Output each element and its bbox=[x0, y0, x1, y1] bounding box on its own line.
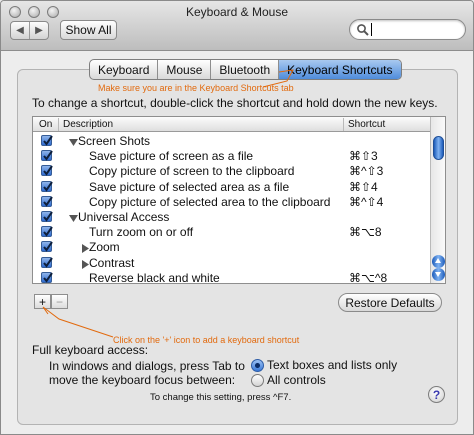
table-header: On Description Shortcut bbox=[33, 117, 430, 132]
scroll-up-arrow[interactable] bbox=[432, 255, 445, 268]
full-keyboard-access-description: In windows and dialogs, press Tab to mov… bbox=[49, 359, 245, 387]
row-description: Save picture of screen as a file bbox=[89, 149, 254, 164]
enabled-checkbox[interactable] bbox=[41, 180, 53, 192]
table-rows: Screen Shots Save picture of screen as a … bbox=[33, 133, 430, 284]
table-row[interactable]: Copy picture of selected area to the cli… bbox=[33, 194, 430, 209]
checkmark-icon bbox=[43, 226, 53, 237]
row-description: Contrast bbox=[89, 255, 135, 270]
scroll-down-arrow[interactable] bbox=[432, 268, 445, 281]
checkmark-icon bbox=[43, 256, 53, 268]
enabled-checkbox[interactable] bbox=[41, 241, 53, 253]
row-description: Copy picture of screen to the clipboard bbox=[89, 164, 295, 179]
checkmark-icon bbox=[43, 135, 53, 146]
back-forward-control: ◀ ▶ bbox=[10, 21, 49, 40]
checkmark-icon bbox=[43, 272, 53, 283]
column-divider bbox=[58, 118, 59, 131]
checkmark-icon bbox=[43, 241, 53, 252]
remove-shortcut-button[interactable]: − bbox=[51, 294, 68, 309]
enabled-checkbox[interactable] bbox=[41, 226, 53, 238]
change-setting-note: To change this setting, press ^F7. bbox=[150, 392, 292, 403]
enabled-checkbox[interactable] bbox=[41, 210, 53, 222]
radio-all-controls[interactable] bbox=[251, 374, 264, 387]
tab-mouse[interactable]: Mouse bbox=[157, 60, 210, 79]
row-description: Reverse black and white bbox=[89, 270, 220, 284]
column-header-shortcut[interactable]: Shortcut bbox=[348, 118, 385, 131]
chevron-left-icon: ◀ bbox=[16, 25, 24, 36]
forward-button[interactable]: ▶ bbox=[29, 22, 48, 39]
fka-line-1: In windows and dialogs, press Tab to bbox=[49, 359, 245, 373]
checkmark-icon bbox=[43, 196, 53, 207]
add-shortcut-button[interactable]: + bbox=[34, 294, 51, 309]
checkmark-icon bbox=[43, 165, 53, 177]
row-shortcut[interactable]: ⌘⌥8 bbox=[349, 225, 382, 239]
row-shortcut[interactable]: ⌘⇧3 bbox=[349, 149, 378, 163]
tab-keyboard-shortcuts[interactable]: Keyboard Shortcuts bbox=[278, 60, 401, 79]
back-button[interactable]: ◀ bbox=[11, 22, 29, 39]
window-title: Keyboard & Mouse bbox=[185, 5, 289, 19]
checkmark-icon bbox=[43, 211, 53, 222]
help-button[interactable]: ? bbox=[428, 386, 445, 403]
enabled-checkbox[interactable] bbox=[41, 271, 53, 283]
radio-all-controls-label[interactable]: All controls bbox=[267, 373, 326, 387]
magnifier-icon bbox=[357, 24, 369, 36]
radio-text-boxes[interactable] bbox=[251, 359, 264, 372]
table-row[interactable]: Save picture of screen as a file ⌘⇧3 bbox=[33, 148, 430, 163]
table-row[interactable]: Contrast bbox=[33, 255, 430, 270]
table-row[interactable]: Reverse black and white ⌘⌥^8 bbox=[33, 270, 430, 284]
disclosure-open-icon[interactable] bbox=[69, 212, 78, 222]
shortcuts-table[interactable]: On Description Shortcut Screen Shots Save… bbox=[32, 116, 446, 284]
table-row[interactable]: Save picture of selected area as a file ⌘… bbox=[33, 179, 430, 194]
enabled-checkbox[interactable] bbox=[41, 256, 53, 268]
row-description: Universal Access bbox=[78, 209, 170, 224]
table-row[interactable]: Zoom bbox=[33, 239, 430, 254]
row-shortcut[interactable]: ⌘^⇧4 bbox=[349, 195, 383, 209]
text-cursor bbox=[371, 23, 372, 36]
column-divider bbox=[343, 118, 344, 131]
row-shortcut[interactable]: ⌘⇧4 bbox=[349, 180, 378, 194]
row-shortcut[interactable]: ⌘^⇧3 bbox=[349, 164, 383, 178]
tab-bluetooth[interactable]: Bluetooth bbox=[210, 60, 278, 79]
enabled-checkbox[interactable] bbox=[41, 165, 53, 177]
preferences-window: Keyboard & Mouse ◀ ▶ Show All Keyboard M… bbox=[0, 0, 474, 435]
radio-text-boxes-label[interactable]: Text boxes and lists only bbox=[267, 358, 397, 372]
table-row[interactable]: Turn zoom on or off ⌘⌥8 bbox=[33, 224, 430, 239]
row-description: Zoom bbox=[89, 240, 120, 255]
restore-defaults-button[interactable]: Restore Defaults bbox=[338, 293, 442, 312]
row-description: Screen Shots bbox=[78, 134, 151, 148]
disclosure-open-icon[interactable] bbox=[69, 136, 78, 146]
scrollbar-thumb[interactable] bbox=[433, 136, 444, 160]
full-keyboard-access-label: Full keyboard access: bbox=[32, 343, 149, 357]
chevron-right-icon: ▶ bbox=[35, 25, 43, 36]
enabled-checkbox[interactable] bbox=[41, 135, 53, 146]
table-row[interactable]: Screen Shots bbox=[33, 133, 430, 148]
checkmark-icon bbox=[43, 150, 53, 161]
enabled-checkbox[interactable] bbox=[41, 195, 53, 207]
row-shortcut[interactable]: ⌘⌥^8 bbox=[349, 271, 387, 283]
show-all-button[interactable]: Show All bbox=[60, 20, 117, 40]
tab-keyboard[interactable]: Keyboard bbox=[90, 60, 157, 79]
row-description: Turn zoom on or off bbox=[89, 225, 194, 240]
enabled-checkbox[interactable] bbox=[41, 150, 53, 162]
table-scrollbar[interactable] bbox=[430, 117, 445, 283]
checkmark-icon bbox=[43, 180, 53, 192]
fka-line-2: move the keyboard focus between: bbox=[49, 373, 236, 387]
row-description: Save picture of selected area as a file bbox=[89, 179, 290, 194]
row-description: Copy picture of selected area to the cli… bbox=[89, 194, 331, 209]
instructions-text: To change a shortcut, double-click the s… bbox=[32, 96, 438, 110]
search-field[interactable] bbox=[349, 19, 466, 40]
tab-annotation: Make sure you are in the Keyboard Shortc… bbox=[98, 83, 294, 93]
preference-tabs: Keyboard Mouse Bluetooth Keyboard Shortc… bbox=[89, 59, 402, 80]
title-bar: Keyboard & Mouse ◀ ▶ Show All bbox=[1, 1, 473, 51]
column-header-description[interactable]: Description bbox=[63, 118, 113, 131]
column-header-on[interactable]: On bbox=[39, 118, 52, 131]
table-row[interactable]: Universal Access bbox=[33, 209, 430, 224]
table-row[interactable]: Copy picture of screen to the clipboard ⌘… bbox=[33, 163, 430, 178]
